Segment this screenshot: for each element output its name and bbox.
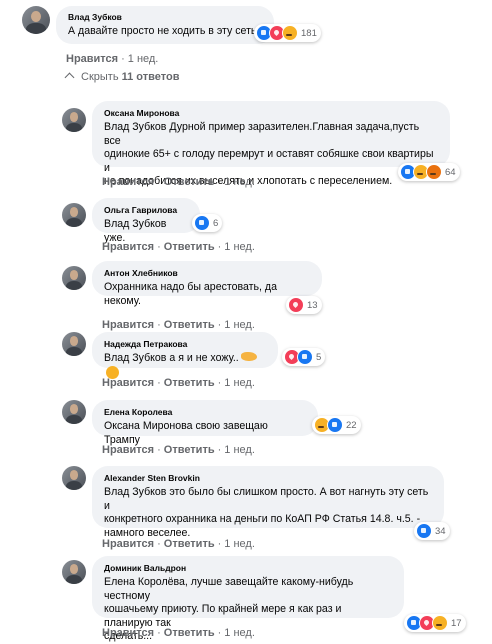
reply-meta: Нравится · Ответить · 1 нед. — [102, 377, 255, 389]
like-button[interactable]: Нравится — [102, 319, 154, 331]
reaction-count: 34 — [435, 525, 446, 537]
like-button[interactable]: Нравится — [102, 538, 154, 550]
reaction-count: 64 — [445, 166, 456, 178]
avatar[interactable] — [62, 108, 86, 132]
reaction-summary[interactable]: 6 — [192, 214, 223, 232]
like-button[interactable]: Нравится — [102, 444, 154, 456]
reply-bubble: Ольга Гаврилова Влад Зубков уже. — [92, 198, 200, 244]
reply-age[interactable]: 1 нед. — [224, 444, 255, 456]
like-button[interactable]: Нравится — [102, 627, 154, 639]
reply-bubble: Alexander Sten Brovkin Влад Зубков это б… — [92, 466, 444, 539]
reply-age[interactable]: 1 нед. — [224, 538, 255, 550]
comment-age[interactable]: 1 нед. — [128, 53, 159, 65]
reply-line: Влад Зубков это было бы слишком просто. … — [104, 486, 429, 512]
comment-text: А давайте просто не ходить в эту сеть — [68, 25, 257, 37]
avatar[interactable] — [62, 332, 86, 356]
reaction-count: 6 — [213, 217, 219, 229]
reply-line: Охранника надо бы арестовать, да некому. — [104, 281, 278, 307]
reply-button[interactable]: Ответить — [164, 241, 215, 253]
like-button[interactable]: Нравится — [102, 241, 154, 253]
reply-author[interactable]: Надежда Петракова — [104, 339, 266, 350]
handshake-emoji-icon — [240, 352, 257, 361]
avatar[interactable] — [22, 6, 50, 34]
reply-age[interactable]: 1 нед. — [224, 627, 255, 639]
chevron-up-icon — [64, 72, 75, 83]
reply-meta: Нравится · Ответить · 1 нед. — [102, 319, 255, 331]
reaction-count: 22 — [346, 419, 357, 431]
avatar[interactable] — [62, 400, 86, 424]
reply-age[interactable]: 1 нед. — [224, 241, 255, 253]
reply-button[interactable]: Ответить — [164, 538, 215, 550]
reply-meta: Нравится · Ответить · 1 нед. — [102, 176, 255, 188]
reply-author[interactable]: Оксана Миронова — [104, 108, 438, 119]
like-icon — [327, 417, 343, 433]
like-icon — [416, 523, 432, 539]
reply-author[interactable]: Елена Королева — [104, 407, 306, 418]
comment-bubble: Влад Зубков А давайте просто не ходить в… — [56, 6, 274, 44]
reply-meta: Нравится · Ответить · 1 нед. — [102, 538, 255, 550]
reply-button[interactable]: Ответить — [164, 176, 215, 188]
reply-author[interactable]: Alexander Sten Brovkin — [104, 473, 432, 484]
reaction-summary[interactable]: 22 — [312, 416, 361, 434]
comment-author[interactable]: Влад Зубков — [68, 12, 262, 23]
angry-icon — [426, 164, 442, 180]
reply-bubble: Оксана Миронова Влад Зубков Дурной приме… — [92, 101, 450, 187]
hide-replies-link[interactable]: Скрыть 11 ответов — [64, 71, 179, 83]
like-icon — [297, 349, 313, 365]
reply-button[interactable]: Ответить — [164, 444, 215, 456]
reply-bubble: Антон Хлебников Охранника надо бы аресто… — [92, 261, 322, 307]
comment-meta: Нравится · 1 нед. — [66, 53, 159, 65]
reply-line: Влад Зубков а я и не хожу.. — [104, 352, 239, 364]
reply-meta: Нравится · Ответить · 1 нед. — [102, 444, 255, 456]
reply-age[interactable]: 1 нед. — [224, 319, 255, 331]
love-icon — [288, 297, 304, 313]
reply-line: одинокие 65+ с голоду перемрут и оставят… — [104, 148, 434, 174]
reply-author[interactable]: Антон Хлебников — [104, 268, 310, 279]
like-button[interactable]: Нравится — [102, 377, 154, 389]
reaction-count: 181 — [301, 27, 317, 39]
reply-button[interactable]: Ответить — [164, 627, 215, 639]
reply-age[interactable]: 1 нед. — [224, 377, 255, 389]
reply-line: Елена Королёва, лучше завещайте какому-н… — [104, 576, 354, 602]
reaction-count: 13 — [307, 299, 318, 311]
reaction-summary[interactable]: 181 — [254, 24, 321, 42]
reply-meta: Нравится · Ответить · 1 нед. — [102, 241, 255, 253]
reaction-count: 5 — [316, 351, 322, 363]
avatar[interactable] — [62, 466, 86, 490]
avatar[interactable] — [62, 203, 86, 227]
avatar[interactable] — [62, 560, 86, 584]
reaction-summary[interactable]: 34 — [414, 522, 450, 540]
like-button[interactable]: Нравится — [66, 53, 118, 65]
reaction-summary[interactable]: 17 — [404, 614, 466, 632]
reaction-summary[interactable]: 5 — [282, 348, 326, 366]
reply-bubble: Доминик Вальдрон Елена Королёва, лучше з… — [92, 556, 404, 642]
reaction-summary[interactable]: 13 — [286, 296, 322, 314]
reply-button[interactable]: Ответить — [164, 377, 215, 389]
reply-button[interactable]: Ответить — [164, 319, 215, 331]
avatar[interactable] — [62, 266, 86, 290]
reply-author[interactable]: Доминик Вальдрон — [104, 563, 392, 574]
reply-meta: Нравится · Ответить · 1 нед. — [102, 627, 255, 639]
haha-icon — [432, 615, 448, 631]
reply-line: Влад Зубков Дурной пример заразителен.Гл… — [104, 121, 420, 147]
reply-line: конкретного охранника на деньги по КоАП … — [104, 513, 421, 525]
care-icon — [282, 25, 298, 41]
like-button[interactable]: Нравится — [102, 176, 154, 188]
like-icon — [194, 215, 210, 231]
reaction-summary[interactable]: 64 — [398, 163, 460, 181]
reaction-count: 17 — [451, 617, 462, 629]
reply-bubble: Надежда Петракова Влад Зубков а я и не х… — [92, 332, 278, 379]
reply-author[interactable]: Ольга Гаврилова — [104, 205, 188, 216]
reply-age[interactable]: 1 нед. — [224, 176, 255, 188]
reply-bubble: Елена Королева Оксана Миронова свою заве… — [92, 400, 318, 446]
